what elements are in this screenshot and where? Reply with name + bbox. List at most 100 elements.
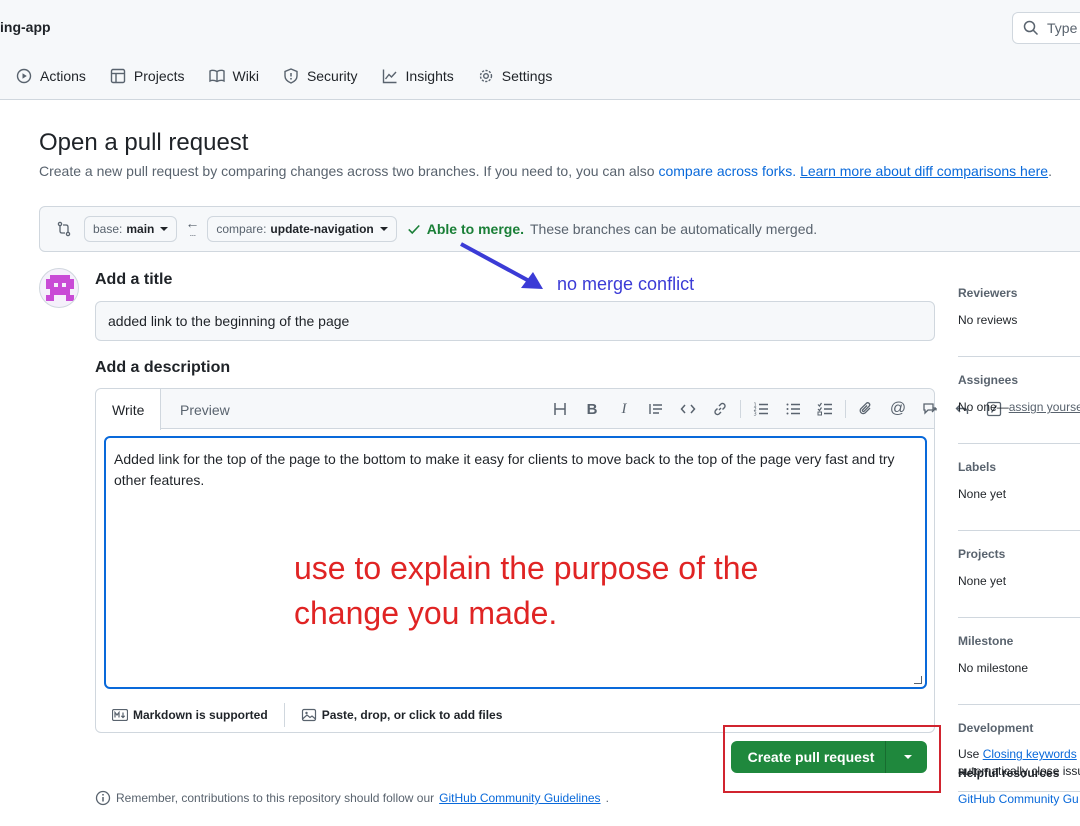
- assign-yourself-link[interactable]: assign yourse: [1009, 400, 1080, 414]
- avatar[interactable]: [39, 268, 79, 308]
- bold-icon[interactable]: B: [576, 397, 608, 421]
- community-guidelines-sidebar-link[interactable]: GitHub Community Gu: [958, 792, 1079, 806]
- ordered-list-icon[interactable]: 123: [745, 397, 777, 421]
- compare-branch-select[interactable]: compare: update-navigation: [207, 216, 397, 242]
- markdown-icon: [112, 708, 128, 721]
- heading-icon[interactable]: [544, 397, 576, 421]
- annotation-arrow-icon: [460, 242, 543, 289]
- tab-preview[interactable]: Preview: [164, 389, 246, 430]
- unordered-list-icon[interactable]: [777, 397, 809, 421]
- toolbar-divider: [845, 400, 846, 418]
- assignees-value: No one—: [958, 400, 1009, 414]
- repo-header: ing-app Type Actions Projects Wiki Secur…: [0, 0, 1080, 100]
- svg-text:3: 3: [754, 412, 757, 418]
- compare-branch-name: update-navigation: [270, 222, 374, 236]
- book-icon: [208, 69, 225, 83]
- compare-forks-link[interactable]: compare across forks.: [658, 163, 796, 179]
- sidebar-value: No milestone: [958, 661, 1029, 675]
- sidebar-heading: Development: [958, 721, 1034, 735]
- sidebar-value: None yet: [958, 487, 1007, 501]
- tab-actions[interactable]: Actions: [0, 60, 98, 92]
- tab-security-label: Security: [306, 68, 358, 84]
- compare-bar: base: main ← ··· compare: update-navigati…: [39, 206, 1080, 252]
- base-prefix: base:: [93, 222, 123, 236]
- annotation-merge-note: no merge conflict: [557, 274, 695, 294]
- arrow-left-icon: ← ···: [185, 215, 200, 240]
- sidebar-value: None yet: [958, 574, 1007, 588]
- chevron-down-icon: [160, 227, 169, 231]
- pr-sidebar: Reviewers No reviews Assignees No one—as…: [958, 280, 1080, 802]
- remember-suffix: .: [605, 791, 609, 805]
- sidebar-heading: Assignees: [958, 373, 1019, 387]
- annotation-line-2: change you made.: [294, 595, 558, 631]
- base-branch-name: main: [126, 222, 155, 236]
- remember-text: Remember, contributions to this reposito…: [116, 791, 435, 805]
- tab-write[interactable]: Write: [96, 389, 162, 430]
- mention-icon[interactable]: @: [882, 397, 914, 421]
- sidebar-labels[interactable]: Labels None yet: [958, 454, 1080, 531]
- search-input[interactable]: Type: [1012, 12, 1080, 44]
- annotation-description-note: use to explain the purpose of the change…: [294, 546, 758, 636]
- tab-security[interactable]: Security: [271, 60, 370, 92]
- graph-icon: [382, 69, 397, 84]
- merge-status-text: These branches can be automatically merg…: [530, 221, 818, 237]
- editor-header: Write Preview B I 123 @: [96, 389, 1002, 430]
- sidebar-development: Development Use Closing keywords i autom…: [958, 715, 1080, 792]
- markdown-supported[interactable]: Markdown is supported: [96, 708, 284, 722]
- attach-note: Paste, drop, or click to add files: [321, 707, 503, 722]
- repo-nav: Actions Projects Wiki Security Insights …: [0, 60, 564, 92]
- link-icon[interactable]: [704, 397, 736, 421]
- task-list-icon[interactable]: [809, 397, 841, 421]
- sidebar-assignees[interactable]: Assignees No one—assign yourse: [958, 367, 1080, 444]
- attach-files[interactable]: Paste, drop, or click to add files: [285, 707, 519, 723]
- page-title: Open a pull request: [39, 129, 249, 156]
- sidebar-projects[interactable]: Projects None yet: [958, 541, 1080, 618]
- sidebar-heading: Projects: [958, 547, 1006, 561]
- cross-reference-icon[interactable]: [914, 397, 946, 421]
- learn-more-link[interactable]: Learn more about diff comparisons here: [800, 163, 1048, 179]
- info-icon: [95, 790, 111, 806]
- contribution-reminder: Remember, contributions to this reposito…: [95, 790, 609, 806]
- tab-insights[interactable]: Insights: [370, 60, 466, 92]
- sidebar-reviewers[interactable]: Reviewers No reviews: [958, 280, 1080, 357]
- tab-wiki-label: Wiki: [232, 68, 259, 84]
- sidebar-heading: Labels: [958, 460, 997, 474]
- tab-projects[interactable]: Projects: [98, 60, 197, 92]
- italic-icon[interactable]: I: [608, 397, 640, 421]
- sidebar-heading: Reviewers: [958, 286, 1018, 300]
- tab-settings-label: Settings: [501, 68, 553, 84]
- quote-icon[interactable]: [640, 397, 672, 421]
- create-button-label: Create pull request: [747, 749, 875, 765]
- compare-prefix: compare:: [216, 222, 267, 236]
- create-pull-request-button[interactable]: Create pull request: [731, 741, 927, 773]
- resize-handle-icon[interactable]: [914, 676, 922, 684]
- description-label: Add a description: [95, 359, 231, 376]
- create-options-dropdown[interactable]: [885, 741, 927, 773]
- closing-keywords-link[interactable]: Closing keywords: [983, 747, 1077, 761]
- identicon-icon: [46, 275, 74, 301]
- sidebar-heading: Milestone: [958, 634, 1014, 648]
- gear-icon: [479, 69, 492, 83]
- community-guidelines-link[interactable]: GitHub Community Guidelines: [439, 791, 600, 805]
- merge-status: Able to merge. These branches can be aut…: [407, 221, 817, 237]
- code-icon[interactable]: [672, 397, 704, 421]
- title-label: Add a title: [95, 271, 173, 288]
- paperclip-icon[interactable]: [850, 397, 882, 421]
- sidebar-value: No one—assign yourse: [958, 400, 1080, 414]
- repo-name[interactable]: ing-app: [0, 19, 51, 35]
- sidebar-value: No reviews: [958, 313, 1018, 327]
- toolbar-divider: [740, 400, 741, 418]
- helpful-resources-heading: Helpful resources: [958, 766, 1060, 780]
- tab-projects-label: Projects: [133, 68, 185, 84]
- sidebar-milestone[interactable]: Milestone No milestone: [958, 628, 1080, 705]
- git-compare-icon: [57, 221, 71, 237]
- description-text: Create a new pull request by comparing c…: [39, 163, 655, 179]
- markdown-note: Markdown is supported: [133, 707, 268, 722]
- check-icon: [407, 224, 420, 235]
- tab-wiki[interactable]: Wiki: [197, 60, 271, 92]
- play-icon: [16, 68, 32, 84]
- tab-settings[interactable]: Settings: [466, 60, 565, 92]
- base-branch-select[interactable]: base: main: [84, 216, 178, 242]
- title-field[interactable]: added link to the beginning of the page: [95, 301, 935, 341]
- tab-actions-label: Actions: [40, 68, 86, 84]
